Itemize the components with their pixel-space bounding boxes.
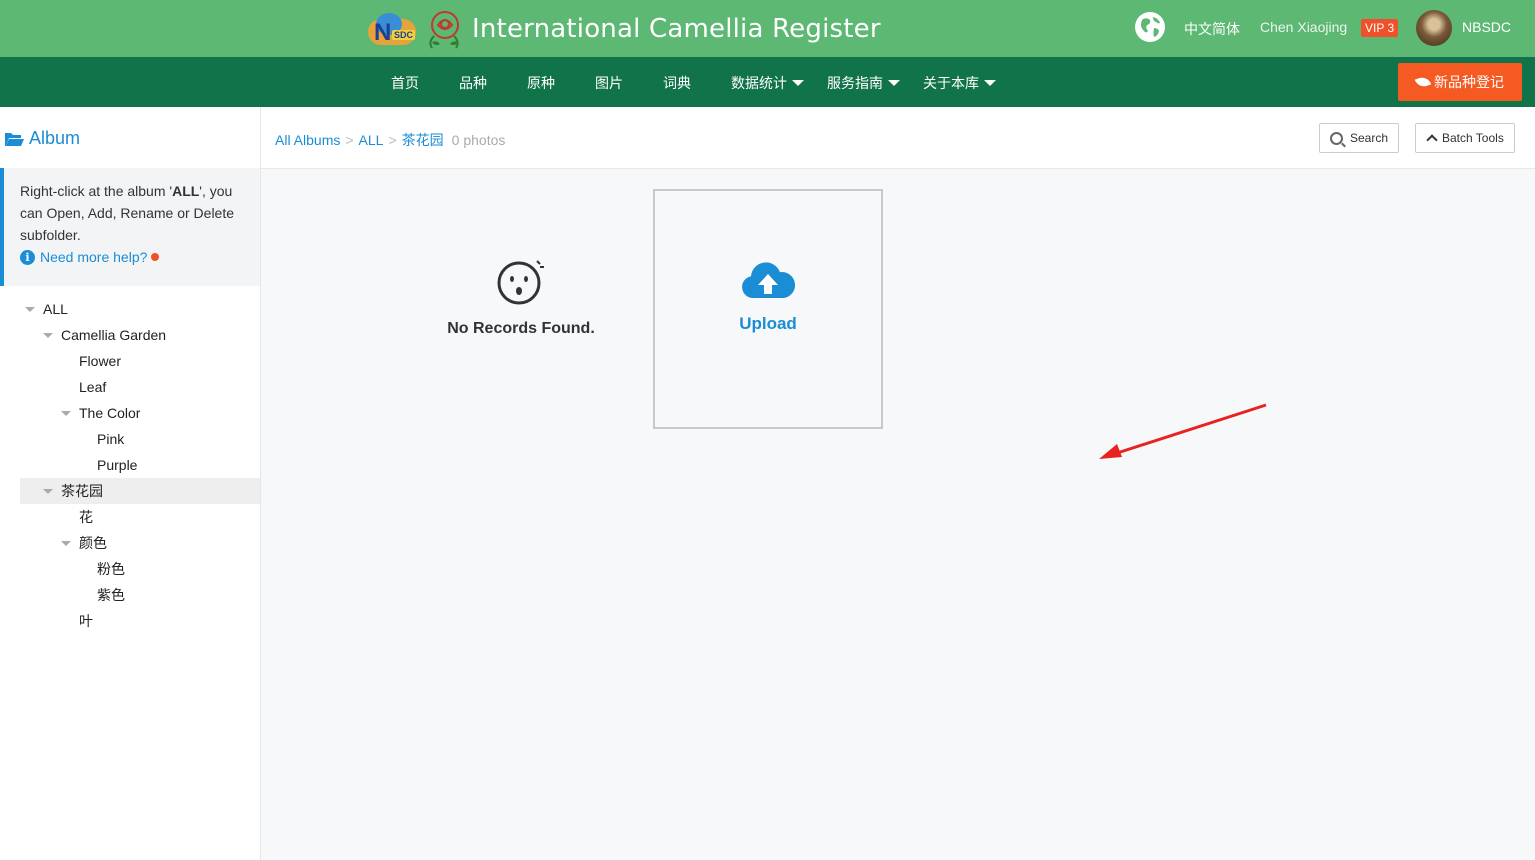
album-content: All Albums > ALL > 茶花园 0 photos Search B… bbox=[261, 107, 1535, 860]
caret-down-icon bbox=[984, 80, 996, 86]
empty-state: No Records Found. bbox=[421, 257, 621, 338]
nav-service-guide[interactable]: 服务指南 bbox=[827, 73, 900, 93]
expand-triangle-icon[interactable] bbox=[43, 333, 53, 338]
chevron-up-icon bbox=[1426, 134, 1438, 146]
top-header: N SDC International Camellia Register 中文… bbox=[0, 0, 1535, 57]
globe-icon[interactable] bbox=[1134, 11, 1166, 43]
tree-item-yanse[interactable]: 颜色 bbox=[0, 530, 260, 556]
tree-item-the-color[interactable]: The Color bbox=[0, 400, 260, 426]
tree-item-camellia-garden[interactable]: Camellia Garden bbox=[0, 322, 260, 348]
album-sidebar: Album Right-click at the album 'ALL', yo… bbox=[0, 107, 261, 860]
help-text: Right-click at the album 'ALL', you can … bbox=[20, 183, 235, 243]
search-icon bbox=[1330, 131, 1343, 145]
org-name[interactable]: NBSDC bbox=[1462, 19, 1511, 35]
nav-about[interactable]: 关于本库 bbox=[923, 73, 996, 93]
leaf-icon bbox=[1414, 74, 1432, 90]
user-name[interactable]: Chen Xiaojing bbox=[1260, 19, 1347, 35]
tree-item-flower[interactable]: Flower bbox=[0, 348, 260, 374]
tree-item-hua[interactable]: 花 bbox=[0, 504, 260, 530]
folder-open-icon bbox=[5, 132, 24, 146]
tree-item-zise[interactable]: 紫色 bbox=[0, 582, 260, 608]
main-nav: 首页 品种 原种 图片 词典 数据统计 服务指南 关于本库 bbox=[0, 57, 1535, 107]
nav-home[interactable]: 首页 bbox=[391, 73, 419, 93]
caret-down-icon bbox=[792, 80, 804, 86]
expand-triangle-icon[interactable] bbox=[43, 489, 53, 494]
nsdc-logo-icon: N SDC bbox=[366, 9, 418, 49]
vip-badge: VIP 3 bbox=[1361, 19, 1399, 37]
search-button[interactable]: Search bbox=[1319, 123, 1400, 153]
avatar[interactable] bbox=[1416, 10, 1452, 46]
info-icon: i bbox=[20, 249, 35, 265]
tree-item-ye[interactable]: 叶 bbox=[0, 608, 260, 634]
tree-item-purple[interactable]: Purple bbox=[0, 452, 260, 478]
tree-item-pink[interactable]: Pink bbox=[0, 426, 260, 452]
language-switch[interactable]: 中文简体 bbox=[1184, 19, 1240, 39]
breadcrumb-current[interactable]: 茶花园 bbox=[402, 130, 444, 150]
tree-item-fense[interactable]: 粉色 bbox=[0, 556, 260, 582]
notification-dot bbox=[151, 253, 160, 261]
site-logo[interactable]: N SDC International Camellia Register bbox=[366, 8, 881, 50]
no-records-text: No Records Found. bbox=[447, 320, 595, 337]
nav-statistics[interactable]: 数据统计 bbox=[731, 73, 804, 93]
content-toolbar: All Albums > ALL > 茶花园 0 photos Search B… bbox=[261, 107, 1535, 169]
tree-item-all[interactable]: ALL bbox=[0, 296, 260, 322]
expand-triangle-icon[interactable] bbox=[61, 411, 71, 416]
photo-count: 0 photos bbox=[451, 132, 506, 148]
need-more-help-link[interactable]: i Need more help? bbox=[20, 246, 250, 268]
batch-tools-button[interactable]: Batch Tools bbox=[1415, 123, 1515, 153]
nav-pictures[interactable]: 图片 bbox=[595, 73, 623, 93]
nav-dictionary[interactable]: 词典 bbox=[663, 73, 691, 93]
breadcrumb-all[interactable]: ALL bbox=[359, 132, 384, 148]
breadcrumb-all-albums[interactable]: All Albums bbox=[275, 132, 340, 148]
site-title: International Camellia Register bbox=[472, 14, 881, 44]
camellia-logo-icon bbox=[429, 11, 459, 49]
caret-down-icon bbox=[888, 80, 900, 86]
tree-item-chahuayuan[interactable]: 茶花园 bbox=[20, 478, 260, 504]
expand-triangle-icon[interactable] bbox=[25, 307, 35, 312]
register-new-cultivar-button[interactable]: 新品种登记 bbox=[1398, 63, 1522, 101]
upload-button[interactable]: Upload bbox=[653, 189, 883, 429]
nav-cultivars[interactable]: 品种 bbox=[459, 73, 487, 93]
tree-item-leaf[interactable]: Leaf bbox=[0, 374, 260, 400]
breadcrumb: All Albums > ALL > 茶花园 0 photos bbox=[275, 130, 506, 150]
expand-triangle-icon[interactable] bbox=[61, 541, 71, 546]
surprised-face-icon bbox=[497, 260, 544, 305]
album-heading: Album bbox=[5, 128, 80, 149]
album-help-box: Right-click at the album 'ALL', you can … bbox=[0, 168, 260, 286]
annotation-arrow bbox=[1099, 403, 1267, 459]
cloud-upload-icon bbox=[742, 262, 795, 298]
album-tree: ALL Camellia Garden Flower Leaf The Colo… bbox=[0, 296, 260, 634]
nav-species[interactable]: 原种 bbox=[527, 73, 555, 93]
